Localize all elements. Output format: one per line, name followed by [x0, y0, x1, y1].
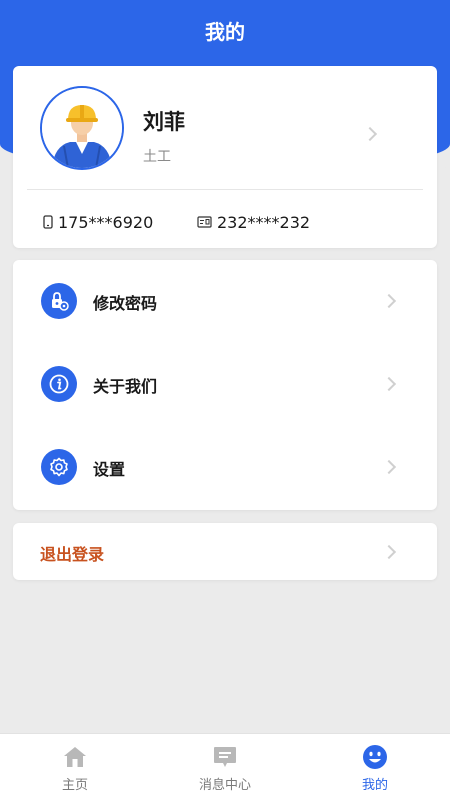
gear-icon [41, 449, 77, 485]
phone-icon [43, 215, 53, 229]
tab-label: 消息中心 [198, 778, 251, 793]
chevron-right-icon [381, 376, 397, 392]
avatar [40, 86, 124, 170]
menu-item-settings[interactable]: 设置 [13, 426, 437, 509]
tab-label: 主页 [61, 778, 88, 793]
page-title: 我的 [205, 20, 245, 44]
menu-item-label: 设置 [93, 460, 126, 479]
lock-gear-icon [41, 283, 77, 319]
menu-item-label: 关于我们 [93, 377, 158, 396]
chevron-right-icon [381, 544, 397, 560]
tab-bar: 主页 消息中心 我的 [0, 733, 450, 800]
phone-number: 175***6920 [58, 212, 154, 232]
menu-item-label: 修改密码 [93, 294, 158, 313]
tab-mine[interactable]: 我的 [300, 734, 450, 800]
info-icon [41, 366, 77, 402]
message-icon [212, 744, 238, 770]
user-role: 土工 [143, 149, 171, 165]
logout-button[interactable]: 退出登录 [13, 523, 437, 580]
menu-item-about-us[interactable]: 关于我们 [13, 343, 437, 426]
tab-home[interactable]: 主页 [0, 734, 150, 800]
chevron-right-icon [381, 459, 397, 475]
profile-card[interactable]: 刘菲 土工 175***6920 232****232 [13, 66, 437, 248]
chevron-right-icon [362, 126, 378, 142]
home-icon [62, 744, 88, 770]
user-name: 刘菲 [143, 110, 185, 134]
phone-info: 175***6920 [43, 211, 153, 233]
chevron-right-icon [381, 293, 397, 309]
id-info: 232****232 [197, 211, 310, 233]
tab-label: 我的 [361, 778, 388, 793]
menu-card: 修改密码 关于我们 设置 [13, 260, 437, 510]
menu-item-change-password[interactable]: 修改密码 [13, 260, 437, 343]
smile-icon [362, 744, 388, 770]
logout-label: 退出登录 [40, 545, 105, 564]
worker-avatar-icon [42, 88, 122, 168]
divider [27, 189, 423, 190]
tab-messages[interactable]: 消息中心 [150, 734, 300, 800]
id-card-icon [197, 216, 212, 228]
id-number: 232****232 [217, 212, 311, 232]
